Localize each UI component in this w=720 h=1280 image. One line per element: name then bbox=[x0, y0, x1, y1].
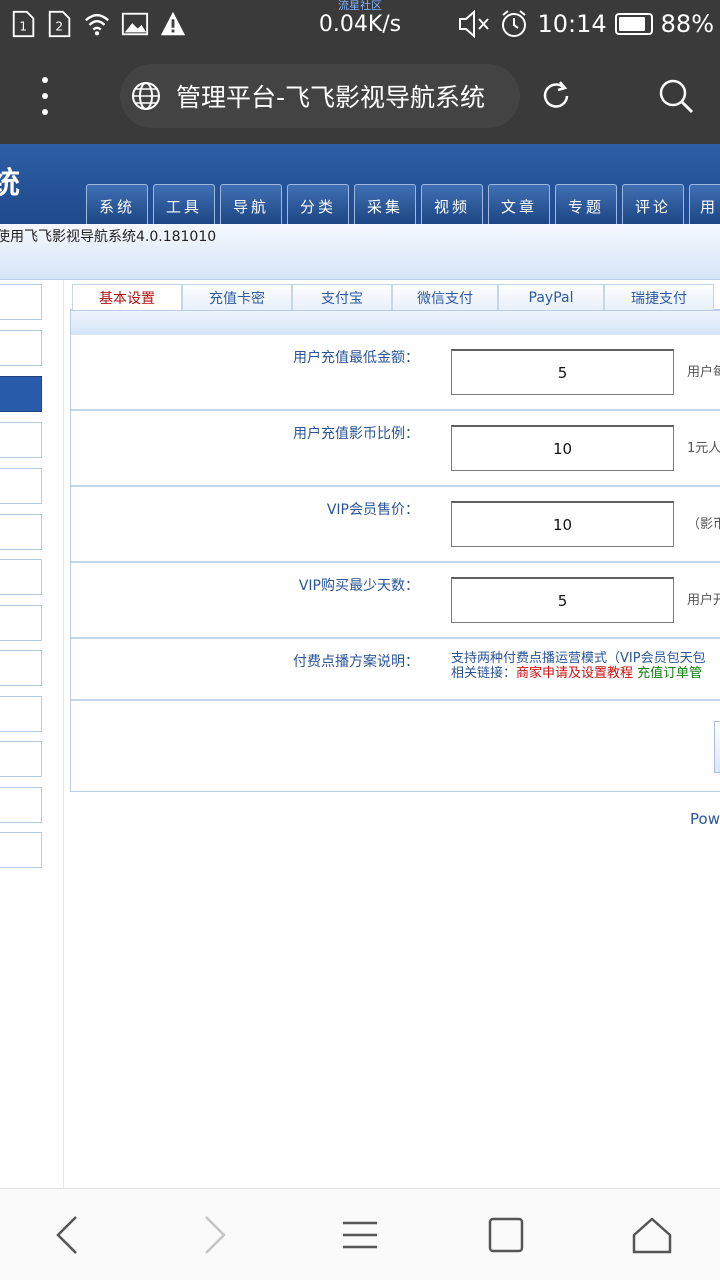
sidebar-item-active[interactable] bbox=[0, 376, 42, 412]
back-icon[interactable] bbox=[44, 1211, 92, 1259]
vip-price-label: VIP会员售价： bbox=[326, 502, 419, 518]
forward-icon[interactable] bbox=[190, 1211, 238, 1259]
nav-tab-video[interactable]: 视频 bbox=[421, 184, 483, 224]
vip-min-days-input[interactable] bbox=[451, 577, 674, 623]
nav-tab-topic[interactable]: 专题 bbox=[555, 184, 617, 224]
paid-plan-description: 支持两种付费点播运营模式（VIP会员包天包 相关链接：商家申请及设置教程 充值订… bbox=[451, 651, 706, 681]
tab-ruijie-pay[interactable]: 瑞捷支付 bbox=[604, 284, 714, 310]
tab-recharge-card[interactable]: 充值卡密 bbox=[182, 284, 292, 310]
nav-tab-comment[interactable]: 评论 bbox=[622, 184, 684, 224]
sidebar-item[interactable] bbox=[0, 787, 42, 823]
coin-ratio-hint: 1元人 bbox=[687, 441, 720, 456]
sidebar-item[interactable] bbox=[0, 422, 42, 458]
tabs-icon[interactable] bbox=[482, 1211, 530, 1259]
sidebar-item[interactable] bbox=[0, 284, 42, 320]
vip-min-days-label: VIP购买最少天数： bbox=[298, 578, 419, 594]
nav-tab-navigation[interactable]: 导航 bbox=[220, 184, 282, 224]
form-row: 付费点播方案说明： 支持两种付费点播运营模式（VIP会员包天包 相关链接：商家申… bbox=[71, 639, 720, 701]
paid-plan-label: 付费点播方案说明： bbox=[293, 654, 419, 670]
battery-percent: 88% bbox=[660, 10, 714, 38]
svg-text:2: 2 bbox=[55, 20, 63, 34]
form-header bbox=[71, 311, 720, 335]
wifi-icon bbox=[85, 13, 109, 36]
clock-time: 10:14 bbox=[537, 10, 607, 38]
recharge-order-link[interactable]: 充值订单管 bbox=[637, 666, 702, 681]
tab-paypal[interactable]: PayPal bbox=[498, 284, 604, 310]
min-recharge-input[interactable] bbox=[451, 349, 674, 395]
nav-tab-system[interactable]: 系统 bbox=[86, 184, 148, 224]
warning-icon bbox=[160, 11, 186, 36]
merchant-tutorial-link[interactable]: 商家申请及设置教程 bbox=[516, 666, 633, 681]
sim2-icon: 2 bbox=[48, 10, 71, 38]
image-icon bbox=[121, 12, 149, 36]
page-title: 管理平台-飞飞影视导航系统 bbox=[176, 83, 486, 112]
form-actions bbox=[71, 701, 720, 793]
powered-by: Pow bbox=[690, 810, 720, 828]
admin-banner: 统 系统 工具 导航 分类 采集 视频 文章 专题 评论 用 bbox=[0, 144, 720, 224]
sidebar-item[interactable] bbox=[0, 514, 42, 550]
tab-basic-settings[interactable]: 基本设置 bbox=[72, 284, 182, 311]
sidebar-item[interactable] bbox=[0, 741, 42, 777]
status-bar: 1 2 流星社区 0.04K/s 10:14 88% bbox=[0, 0, 720, 50]
paid-plan-text: 支持两种付费点播运营模式（VIP会员包天包 bbox=[451, 651, 706, 666]
svg-text:1: 1 bbox=[19, 20, 27, 34]
reload-icon[interactable] bbox=[538, 78, 574, 114]
min-recharge-hint: 用户每 bbox=[687, 365, 720, 380]
web-page: 统 系统 工具 导航 分类 采集 视频 文章 专题 评论 用 使用飞飞影视导航系… bbox=[0, 144, 720, 1188]
sidebar-item[interactable] bbox=[0, 330, 42, 366]
tab-wechat-pay[interactable]: 微信支付 bbox=[392, 284, 498, 310]
sidebar-item[interactable] bbox=[0, 559, 42, 595]
submit-button[interactable] bbox=[714, 721, 720, 773]
status-icons-left: 1 2 bbox=[10, 10, 188, 38]
nav-tab-tools[interactable]: 工具 bbox=[153, 184, 215, 224]
top-nav: 系统 工具 导航 分类 采集 视频 文章 专题 评论 用 bbox=[86, 184, 720, 224]
settings-form: 用户充值最低金额： 用户每 用户充值影币比例： 1元人 VIP会员售价： （影币… bbox=[70, 310, 720, 792]
sidebar-item[interactable] bbox=[0, 696, 42, 732]
version-text: 使用飞飞影视导航系统4.0.181010 bbox=[0, 229, 217, 245]
nav-tab-category[interactable]: 分类 bbox=[287, 184, 349, 224]
sim1-icon: 1 bbox=[12, 10, 35, 38]
globe-icon bbox=[132, 82, 160, 110]
nav-tab-user[interactable]: 用 bbox=[689, 184, 720, 224]
browser-bottom-nav bbox=[0, 1188, 720, 1280]
coin-ratio-input[interactable] bbox=[451, 425, 674, 471]
banner-logo: 统 bbox=[0, 166, 20, 201]
status-icons-right: 10:14 88% bbox=[457, 9, 714, 39]
settings-tabs: 基本设置 充值卡密 支付宝 微信支付 PayPal 瑞捷支付 bbox=[70, 284, 720, 311]
min-recharge-label: 用户充值最低金额： bbox=[293, 350, 419, 366]
network-label: 流星社区 bbox=[338, 0, 382, 12]
related-links-label: 相关链接： bbox=[451, 666, 517, 681]
form-row: VIP购买最少天数： 用户开 bbox=[71, 563, 720, 639]
address-bar[interactable]: 管理平台-飞飞影视导航系统 bbox=[120, 64, 520, 128]
tab-alipay[interactable]: 支付宝 bbox=[292, 284, 392, 310]
battery-icon bbox=[614, 13, 653, 35]
mute-icon bbox=[459, 9, 490, 39]
sidebar-item[interactable] bbox=[0, 468, 42, 504]
menu-dots-icon[interactable] bbox=[30, 72, 60, 120]
vip-min-days-hint: 用户开 bbox=[687, 593, 720, 608]
menu-icon[interactable] bbox=[336, 1211, 384, 1259]
info-bar: 使用飞飞影视导航系统4.0.181010 bbox=[0, 224, 720, 280]
form-row: 用户充值影币比例： 1元人 bbox=[71, 411, 720, 487]
vip-price-hint: （影币 bbox=[687, 517, 720, 532]
coin-ratio-label: 用户充值影币比例： bbox=[293, 426, 419, 442]
sidebar-item[interactable] bbox=[0, 605, 42, 641]
battery-fill bbox=[618, 17, 646, 31]
alarm-icon bbox=[502, 10, 527, 37]
vip-price-input[interactable] bbox=[451, 501, 674, 547]
home-icon[interactable] bbox=[628, 1211, 676, 1259]
speed-text: 0.04K/s bbox=[318, 12, 402, 37]
nav-tab-collect[interactable]: 采集 bbox=[354, 184, 416, 224]
sidebar-item[interactable] bbox=[0, 650, 42, 686]
form-row: VIP会员售价： （影币 bbox=[71, 487, 720, 563]
browser-toolbar: 管理平台-飞飞影视导航系统 bbox=[0, 50, 720, 144]
search-icon[interactable] bbox=[656, 76, 696, 116]
network-speed: 流星社区 0.04K/s bbox=[300, 0, 420, 38]
sidebar-item[interactable] bbox=[0, 832, 42, 868]
form-row: 用户充值最低金额： 用户每 bbox=[71, 335, 720, 411]
nav-tab-article[interactable]: 文章 bbox=[488, 184, 550, 224]
sidebar bbox=[0, 280, 64, 1188]
